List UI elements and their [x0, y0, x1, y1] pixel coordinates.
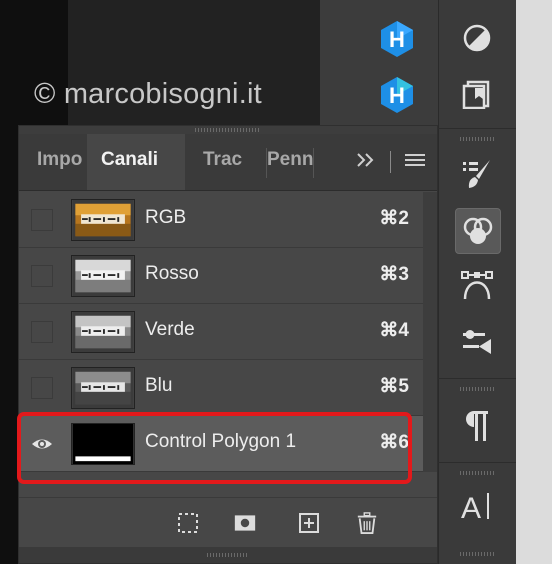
adjustments-icon[interactable]	[455, 16, 499, 60]
channel-row-rosso[interactable]: Rosso ⌘3	[19, 248, 423, 304]
panel-grip[interactable]	[19, 126, 437, 134]
svg-text:H: H	[389, 27, 405, 52]
visibility-toggle[interactable]	[31, 377, 53, 399]
visibility-toggle[interactable]	[31, 209, 53, 231]
svg-text:A: A	[461, 492, 481, 523]
paths-icon[interactable]	[455, 264, 499, 308]
libraries-icon[interactable]	[455, 72, 499, 116]
panel-menu-icon[interactable]	[405, 154, 425, 168]
watermark: © marcobisogni.it	[34, 78, 262, 110]
new-channel-icon[interactable]	[298, 512, 320, 534]
brush-presets-icon[interactable]	[455, 152, 499, 196]
channel-thumbnail	[71, 367, 135, 409]
chevron-double-right-icon[interactable]	[355, 149, 377, 171]
dock-grip[interactable]	[460, 471, 496, 475]
channel-shortcut: ⌘5	[379, 376, 409, 397]
trash-icon[interactable]	[356, 512, 378, 534]
panel-tab-bar: Impo Canali Trac Penn	[19, 134, 437, 191]
dock-grip[interactable]	[460, 137, 496, 141]
channel-thumbnail	[71, 311, 135, 353]
tab-separator	[313, 148, 314, 178]
channel-name: Rosso	[145, 263, 199, 284]
panel-footer	[19, 497, 437, 548]
channel-name: Verde	[145, 319, 195, 340]
channel-row-blu[interactable]: Blu ⌘5	[19, 360, 423, 416]
scrollbar[interactable]	[423, 192, 437, 472]
tab-pennelli[interactable]: Penn	[249, 134, 315, 190]
character-icon[interactable]: A	[455, 484, 499, 528]
properties-icon[interactable]	[455, 320, 499, 364]
channel-shortcut: ⌘4	[379, 320, 409, 341]
channel-thumbnail	[71, 199, 135, 241]
dock-grip[interactable]	[460, 387, 496, 391]
tab-canali[interactable]: Canali	[87, 134, 185, 190]
dock-separator	[438, 378, 516, 379]
visibility-toggle[interactable]	[31, 321, 53, 343]
channel-row-rgb[interactable]: RGB ⌘2	[19, 192, 423, 248]
dock-grip[interactable]	[460, 552, 496, 556]
channel-name: RGB	[145, 207, 187, 228]
selection-highlight	[17, 412, 412, 484]
dock-separator	[438, 128, 516, 129]
tab-impo[interactable]: Impo	[19, 134, 87, 190]
channels-panel: Impo Canali Trac Penn RGB ⌘2 Rosso ⌘3 Ve…	[18, 125, 438, 564]
channel-row-verde[interactable]: Verde ⌘4	[19, 304, 423, 360]
channels-icon[interactable]	[455, 208, 501, 254]
panel-resize-grip[interactable]	[19, 547, 437, 563]
svg-text:H: H	[389, 83, 405, 108]
dock-separator	[438, 462, 516, 463]
h-logo-icon[interactable]: H	[378, 20, 416, 58]
channel-thumbnail	[71, 255, 135, 297]
tab-menu-divider	[390, 151, 391, 173]
channel-name: Blu	[145, 375, 173, 396]
load-selection-icon[interactable]	[177, 512, 199, 534]
h-logo-icon[interactable]: H	[378, 76, 416, 114]
window-edge	[516, 0, 552, 564]
channel-shortcut: ⌘2	[379, 208, 409, 229]
visibility-toggle[interactable]	[31, 265, 53, 287]
save-mask-icon[interactable]	[234, 512, 256, 534]
paragraph-icon[interactable]	[455, 404, 499, 448]
channel-shortcut: ⌘3	[379, 264, 409, 285]
